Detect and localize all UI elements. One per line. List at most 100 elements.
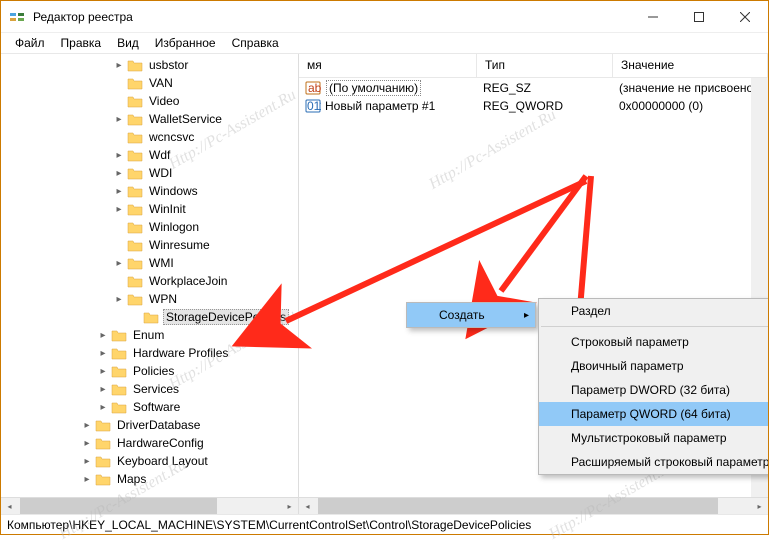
expander-icon[interactable]: ▸ xyxy=(97,365,109,377)
folder-icon xyxy=(111,400,127,414)
cm-create-label: Создать xyxy=(439,308,485,322)
scroll-track[interactable] xyxy=(316,498,751,514)
scroll-left-button[interactable]: ◂ xyxy=(1,498,18,514)
context-menu[interactable]: Создать ▸ xyxy=(406,302,536,328)
expander-icon[interactable] xyxy=(113,239,125,251)
tree-label: WinInit xyxy=(147,202,188,216)
expander-icon[interactable]: ▸ xyxy=(81,419,93,431)
expander-icon[interactable] xyxy=(113,77,125,89)
expander-icon[interactable]: ▸ xyxy=(97,401,109,413)
tree-item[interactable]: Video xyxy=(1,92,298,110)
expander-icon[interactable] xyxy=(129,311,141,323)
expander-icon[interactable]: ▸ xyxy=(113,167,125,179)
expander-icon[interactable] xyxy=(113,131,125,143)
submenu-item[interactable]: Мультистроковый параметр xyxy=(539,426,768,450)
folder-icon xyxy=(127,58,143,72)
tree-item[interactable]: ▸Services xyxy=(1,380,298,398)
tree-item[interactable]: ▸DriverDatabase xyxy=(1,416,298,434)
col-name[interactable]: мя xyxy=(299,54,477,77)
tree-item[interactable]: ▸usbstor xyxy=(1,56,298,74)
expander-icon[interactable]: ▸ xyxy=(81,455,93,467)
menu-edit[interactable]: Правка xyxy=(53,34,110,52)
scroll-left-button[interactable]: ◂ xyxy=(299,498,316,514)
tree-item[interactable]: ▸ HardwareConfig xyxy=(1,434,298,452)
tree-label: Hardware Profiles xyxy=(131,346,230,360)
tree-item[interactable]: ▸ Hardware Profiles xyxy=(1,344,298,362)
expander-icon[interactable]: ▸ xyxy=(113,293,125,305)
tree-view[interactable]: ▸usbstorVANVideo▸WalletServicewcncsvc ▸ Wd… xyxy=(1,54,298,497)
expander-icon[interactable] xyxy=(113,221,125,233)
maximize-button[interactable] xyxy=(676,1,722,32)
tree-item[interactable]: VAN xyxy=(1,74,298,92)
folder-icon xyxy=(127,112,143,126)
folder-icon xyxy=(127,166,143,180)
cell-value: (значение не присвоено) xyxy=(613,81,763,95)
scroll-right-button[interactable]: ▸ xyxy=(751,498,768,514)
tree-item[interactable]: ▸Maps xyxy=(1,470,298,488)
submenu-item[interactable]: Двоичный параметр xyxy=(539,354,768,378)
expander-icon[interactable] xyxy=(113,95,125,107)
tree-item[interactable]: ▸ WPN xyxy=(1,290,298,308)
folder-icon xyxy=(95,472,111,486)
tree-item[interactable]: ▸WDI xyxy=(1,164,298,182)
col-type[interactable]: Тип xyxy=(477,54,613,77)
scroll-track[interactable] xyxy=(18,498,281,514)
minimize-button[interactable] xyxy=(630,1,676,32)
tree-label: Wdf xyxy=(147,148,172,162)
tree-hscrollbar[interactable]: ◂ ▸ xyxy=(1,497,298,514)
statusbar: Компьютер\HKEY_LOCAL_MACHINE\SYSTEM\Curr… xyxy=(1,514,768,535)
close-button[interactable] xyxy=(722,1,768,32)
expander-icon[interactable]: ▸ xyxy=(113,203,125,215)
expander-icon[interactable]: ▸ xyxy=(81,437,93,449)
submenu-item[interactable]: Параметр DWORD (32 бита) xyxy=(539,378,768,402)
col-value[interactable]: Значение xyxy=(613,54,768,77)
submenu-item[interactable]: Параметр QWORD (64 бита) xyxy=(539,402,768,426)
list-hscrollbar[interactable]: ◂ ▸ xyxy=(299,497,768,514)
svg-text:011: 011 xyxy=(307,99,321,113)
tree-item[interactable]: ▸Windows xyxy=(1,182,298,200)
menu-help[interactable]: Справка xyxy=(224,34,287,52)
tree-label: HardwareConfig xyxy=(115,436,206,450)
tree-item[interactable]: ▸ WinInit xyxy=(1,200,298,218)
expander-icon[interactable] xyxy=(113,275,125,287)
menu-file[interactable]: Файл xyxy=(7,34,53,52)
tree-item[interactable]: ▸WalletService xyxy=(1,110,298,128)
expander-icon[interactable]: ▸ xyxy=(113,113,125,125)
tree-item[interactable]: ▸Keyboard Layout xyxy=(1,452,298,470)
tree-item[interactable]: StorageDevicePolicies xyxy=(1,308,298,326)
tree-item[interactable]: Winresume xyxy=(1,236,298,254)
folder-icon xyxy=(127,130,143,144)
list-row[interactable]: ab(По умолчанию)REG_SZ(значение не присв… xyxy=(299,79,768,97)
cm-create[interactable]: Создать ▸ xyxy=(407,303,535,327)
tree-item[interactable]: wcncsvc xyxy=(1,128,298,146)
expander-icon[interactable]: ▸ xyxy=(113,149,125,161)
menu-favorites[interactable]: Избранное xyxy=(147,34,224,52)
tree-label: Enum xyxy=(131,328,166,342)
tree-item[interactable]: ▸Policies xyxy=(1,362,298,380)
tree-item[interactable]: WorkplaceJoin xyxy=(1,272,298,290)
tree-label: WPN xyxy=(147,292,179,306)
tree-item[interactable]: ▸ Enum xyxy=(1,326,298,344)
expander-icon[interactable]: ▸ xyxy=(97,347,109,359)
expander-icon[interactable]: ▸ xyxy=(97,383,109,395)
list-row[interactable]: 011Новый параметр #1REG_QWORD0x00000000 … xyxy=(299,97,768,115)
expander-icon[interactable]: ▸ xyxy=(97,329,109,341)
tree-item[interactable]: ▸ Wdf xyxy=(1,146,298,164)
submenu-item[interactable]: Расширяемый строковый параметр xyxy=(539,450,768,474)
submenu-item[interactable]: Строковый параметр xyxy=(539,330,768,354)
expander-icon[interactable]: ▸ xyxy=(113,59,125,71)
list-rows[interactable]: ab(По умолчанию)REG_SZ(значение не присв… xyxy=(299,78,768,116)
scroll-right-button[interactable]: ▸ xyxy=(281,498,298,514)
context-submenu[interactable]: Раздел Строковый параметрДвоичный парамет… xyxy=(538,298,768,475)
submenu-item[interactable]: Раздел xyxy=(539,299,768,323)
expander-icon[interactable]: ▸ xyxy=(113,257,125,269)
titlebar: Редактор реестра xyxy=(1,1,768,33)
folder-icon xyxy=(127,256,143,270)
expander-icon[interactable]: ▸ xyxy=(81,473,93,485)
tree-item[interactable]: ▸WMI xyxy=(1,254,298,272)
tree-item[interactable]: ▸Software xyxy=(1,398,298,416)
expander-icon[interactable]: ▸ xyxy=(113,185,125,197)
value-icon: ab xyxy=(305,80,321,96)
tree-item[interactable]: Winlogon xyxy=(1,218,298,236)
menu-view[interactable]: Вид xyxy=(109,34,147,52)
